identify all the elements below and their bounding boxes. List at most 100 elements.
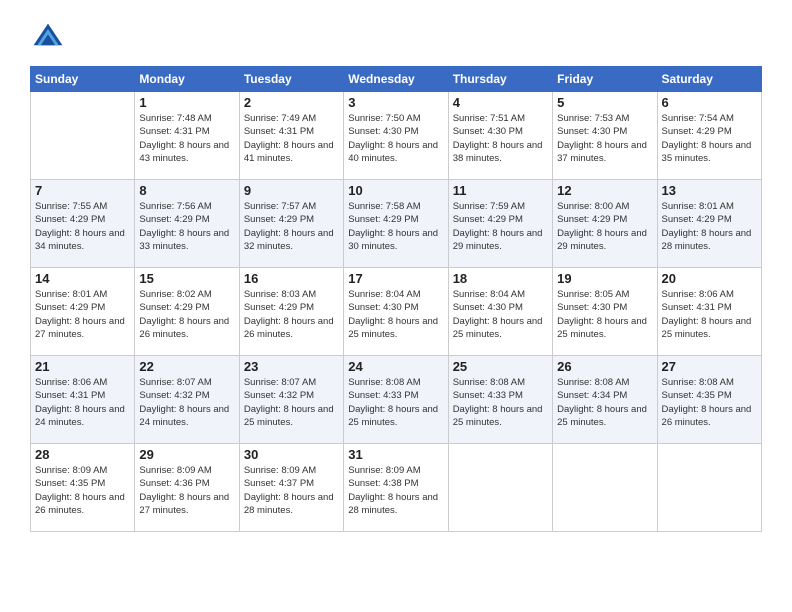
calendar-cell: 26Sunrise: 8:08 AMSunset: 4:34 PMDayligh… [553, 356, 657, 444]
daylight-label: Daylight: 8 hours and 29 minutes. [557, 228, 647, 252]
sunset-label: Sunset: 4:35 PM [662, 390, 732, 401]
sunset-label: Sunset: 4:35 PM [35, 478, 105, 489]
sunset-label: Sunset: 4:31 PM [35, 390, 105, 401]
calendar-cell: 17 Sunrise: 8:04 AMSunset: 4:30 PMDayligh… [344, 268, 448, 356]
day-info: Sunrise: 7:55 AMSunset: 4:29 PMDaylight:… [35, 200, 130, 253]
calendar-cell: 11Sunrise: 7:59 AMSunset: 4:29 PMDayligh… [448, 180, 552, 268]
calendar-cell: 14Sunrise: 8:01 AMSunset: 4:29 PMDayligh… [31, 268, 135, 356]
week-row: 1 Sunrise: 7:48 AMSunset: 4:31 PMDaylight… [31, 92, 762, 180]
day-info: Sunrise: 7:56 AMSunset: 4:29 PMDaylight:… [139, 200, 234, 253]
day-number: 17 [348, 271, 443, 286]
calendar-cell: 18Sunrise: 8:04 AMSunset: 4:30 PMDayligh… [448, 268, 552, 356]
day-info: Sunrise: 8:08 AMSunset: 4:33 PMDaylight:… [453, 376, 548, 429]
calendar-cell: 12 Sunrise: 8:00 AMSunset: 4:29 PMDayligh… [553, 180, 657, 268]
sunrise-label: Sunrise: 7:49 AM [244, 113, 316, 124]
day-info: Sunrise: 8:09 AMSunset: 4:36 PMDaylight:… [139, 464, 234, 517]
week-row: 7Sunrise: 7:55 AMSunset: 4:29 PMDaylight… [31, 180, 762, 268]
calendar-cell [31, 92, 135, 180]
day-info: Sunrise: 8:00 AMSunset: 4:29 PMDaylight:… [557, 200, 652, 253]
day-info: Sunrise: 8:03 AMSunset: 4:29 PMDaylight:… [244, 288, 339, 341]
calendar-cell: 5 Sunrise: 7:53 AMSunset: 4:30 PMDaylight… [553, 92, 657, 180]
day-info: Sunrise: 7:54 AMSunset: 4:29 PMDaylight:… [662, 112, 757, 165]
day-info: Sunrise: 7:50 AMSunset: 4:30 PMDaylight:… [348, 112, 443, 165]
day-number: 21 [35, 359, 130, 374]
header [30, 20, 762, 56]
sunrise-label: Sunrise: 8:03 AM [244, 289, 316, 300]
day-number: 5 [557, 95, 652, 110]
calendar-cell: 3Sunrise: 7:50 AMSunset: 4:30 PMDaylight… [344, 92, 448, 180]
sunset-label: Sunset: 4:38 PM [348, 478, 418, 489]
daylight-label: Daylight: 8 hours and 41 minutes. [244, 140, 334, 164]
daylight-label: Daylight: 8 hours and 26 minutes. [662, 404, 752, 428]
sunset-label: Sunset: 4:29 PM [348, 214, 418, 225]
sunrise-label: Sunrise: 8:08 AM [662, 377, 734, 388]
day-number: 4 [453, 95, 548, 110]
day-info: Sunrise: 8:07 AMSunset: 4:32 PMDaylight:… [139, 376, 234, 429]
sunrise-label: Sunrise: 8:07 AM [244, 377, 316, 388]
day-of-week-header: Thursday [448, 67, 552, 92]
day-number: 16 [244, 271, 339, 286]
day-of-week-header: Friday [553, 67, 657, 92]
day-number: 18 [453, 271, 548, 286]
calendar-cell: 4Sunrise: 7:51 AMSunset: 4:30 PMDaylight… [448, 92, 552, 180]
day-info: Sunrise: 8:07 AMSunset: 4:32 PMDaylight:… [244, 376, 339, 429]
sunrise-label: Sunrise: 7:57 AM [244, 201, 316, 212]
sunrise-label: Sunrise: 7:53 AM [557, 113, 629, 124]
sunrise-label: Sunrise: 7:59 AM [453, 201, 525, 212]
sunset-label: Sunset: 4:29 PM [557, 214, 627, 225]
sunrise-label: Sunrise: 8:02 AM [139, 289, 211, 300]
day-number: 15 [139, 271, 234, 286]
calendar-cell: 20Sunrise: 8:06 AMSunset: 4:31 PMDayligh… [657, 268, 761, 356]
sunrise-label: Sunrise: 8:06 AM [662, 289, 734, 300]
logo-icon [30, 20, 66, 56]
sunset-label: Sunset: 4:29 PM [139, 302, 209, 313]
daylight-label: Daylight: 8 hours and 28 minutes. [244, 492, 334, 516]
day-number: 29 [139, 447, 234, 462]
day-number: 12 [557, 183, 652, 198]
sunset-label: Sunset: 4:33 PM [348, 390, 418, 401]
sunset-label: Sunset: 4:30 PM [557, 302, 627, 313]
daylight-label: Daylight: 8 hours and 24 minutes. [35, 404, 125, 428]
day-info: Sunrise: 8:08 AM Sunset: 4:35 PM Daylight:… [662, 376, 757, 429]
logo [30, 20, 70, 56]
day-info: Sunrise: 8:01 AMSunset: 4:29 PMDaylight:… [35, 288, 130, 341]
day-info: Sunrise: 7:48 AMSunset: 4:31 PMDaylight:… [139, 112, 234, 165]
sunset-label: Sunset: 4:29 PM [453, 214, 523, 225]
day-info: Sunrise: 8:01 AMSunset: 4:29 PMDaylight:… [662, 200, 757, 253]
calendar-cell: 23Sunrise: 8:07 AMSunset: 4:32 PMDayligh… [239, 356, 343, 444]
day-info: Sunrise: 7:58 AMSunset: 4:29 PMDaylight:… [348, 200, 443, 253]
calendar-cell: 24Sunrise: 8:08 AMSunset: 4:33 PMDayligh… [344, 356, 448, 444]
sunrise-label: Sunrise: 7:48 AM [139, 113, 211, 124]
calendar-cell: 2Sunrise: 7:49 AMSunset: 4:31 PMDaylight… [239, 92, 343, 180]
day-number: 28 [35, 447, 130, 462]
calendar-cell: 13Sunrise: 8:01 AMSunset: 4:29 PMDayligh… [657, 180, 761, 268]
day-of-week-header: Tuesday [239, 67, 343, 92]
day-info: Sunrise: 7:59 AMSunset: 4:29 PMDaylight:… [453, 200, 548, 253]
day-info: Sunrise: 7:53 AMSunset: 4:30 PMDaylight:… [557, 112, 652, 165]
day-info: Sunrise: 8:08 AMSunset: 4:34 PMDaylight:… [557, 376, 652, 429]
day-number: 7 [35, 183, 130, 198]
sunset-label: Sunset: 4:29 PM [35, 302, 105, 313]
sunrise-label: Sunrise: 8:06 AM [35, 377, 107, 388]
daylight-label: Daylight: 8 hours and 25 minutes. [453, 316, 543, 340]
calendar-cell: 9Sunrise: 7:57 AMSunset: 4:29 PMDaylight… [239, 180, 343, 268]
day-info: Sunrise: 8:08 AMSunset: 4:33 PMDaylight:… [348, 376, 443, 429]
daylight-label: Daylight: 8 hours and 33 minutes. [139, 228, 229, 252]
sunrise-label: Sunrise: 7:55 AM [35, 201, 107, 212]
daylight-label: Daylight: 8 hours and 43 minutes. [139, 140, 229, 164]
sunset-label: Sunset: 4:32 PM [139, 390, 209, 401]
sunset-label: Sunset: 4:31 PM [662, 302, 732, 313]
day-number: 27 [662, 359, 757, 374]
sunset-label: Sunset: 4:36 PM [139, 478, 209, 489]
calendar-cell: 22Sunrise: 8:07 AMSunset: 4:32 PMDayligh… [135, 356, 239, 444]
day-info: Sunrise: 8:04 AMSunset: 4:30 PMDaylight:… [348, 288, 443, 341]
sunset-label: Sunset: 4:30 PM [348, 126, 418, 137]
daylight-label: Daylight: 8 hours and 25 minutes. [557, 316, 647, 340]
daylight-label: Daylight: 8 hours and 28 minutes. [348, 492, 438, 516]
daylight-label: Daylight: 8 hours and 25 minutes. [557, 404, 647, 428]
sunrise-label: Sunrise: 7:58 AM [348, 201, 420, 212]
week-row: 14Sunrise: 8:01 AMSunset: 4:29 PMDayligh… [31, 268, 762, 356]
daylight-label: Daylight: 8 hours and 26 minutes. [139, 316, 229, 340]
day-number: 1 [139, 95, 234, 110]
sunset-label: Sunset: 4:33 PM [453, 390, 523, 401]
